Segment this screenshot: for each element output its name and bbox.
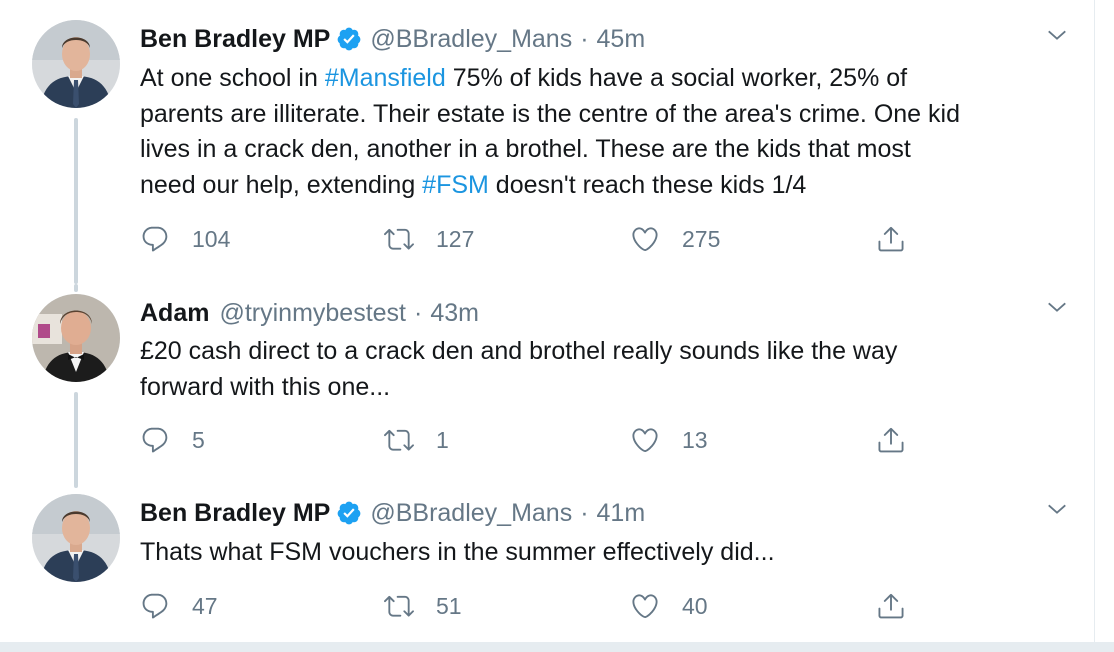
reply-icon [142,226,168,252]
display-name[interactable]: Ben Bradley MP [140,499,330,528]
chevron-down-icon[interactable] [1046,296,1068,318]
text-span: At one school in [140,64,325,92]
verified-badge-icon [337,27,361,51]
retweet-count: 1 [436,426,449,453]
user-handle[interactable]: @BBradley_Mans [370,25,572,54]
thread-connector-line [74,392,78,488]
text-span: lives in a crack den, another in a broth… [140,135,911,163]
reply-icon [142,593,168,619]
hashtag-link[interactable]: #FSM [422,171,489,199]
timeline-divider [0,642,1114,652]
text-span: doesn't reach these kids 1/4 [488,170,807,199]
retweet-button[interactable]: 51 [384,589,462,623]
text-span: parents are illiterate. Their estate is … [140,99,960,128]
retweet-icon [384,228,414,250]
verified-badge-icon [337,501,361,525]
share-icon [878,427,904,453]
text-span: Thats what FSM vouchers in the summer ef… [140,538,775,566]
text-span: forward with this one... [140,372,391,401]
reply-button[interactable]: 104 [140,222,230,256]
separator-dot: · [580,24,589,53]
like-count: 275 [682,225,721,252]
user-handle[interactable]: @tryinmybestest [219,299,406,328]
reply-button[interactable]: 5 [140,423,205,457]
text-span: £20 cash direct to a crack den and broth… [140,337,898,365]
like-button[interactable]: 13 [630,423,708,457]
retweet-count: 51 [436,592,462,619]
share-icon [878,226,904,252]
tweet-text: Thats what FSM vouchers in the summer ef… [140,535,1080,571]
share-icon [878,593,904,619]
heart-icon [632,594,658,619]
tweet-text-line: At one school in #Mansfield 75% of kids … [140,61,1080,97]
thread-connector-line [74,118,78,284]
avatar-image [32,494,120,582]
tweet-timestamp[interactable]: 45m [597,25,646,54]
retweet-icon [384,595,414,617]
tweet[interactable]: Adam @tryinmybestest · 43m £20 cash dire… [0,284,1094,488]
reply-button[interactable]: 47 [140,589,218,623]
retweet-button[interactable]: 1 [384,423,449,457]
tweet-thread: Ben Bradley MP @BBradley_Mans · 45m At o… [0,0,1095,642]
tweet-text: At one school in #Mansfield 75% of kids … [140,61,1080,203]
like-count: 13 [682,426,708,453]
share-button[interactable] [876,589,906,623]
retweet-button[interactable]: 127 [384,222,474,256]
tweet-timestamp[interactable]: 41m [597,499,646,528]
tweet-header: Ben Bradley MP @BBradley_Mans · 41m [140,496,645,530]
tweet-text-line: £20 cash direct to a crack den and broth… [140,334,1080,370]
tweet-text: £20 cash direct to a crack den and broth… [140,334,1080,405]
tweet-actions: 47 51 40 [140,589,940,623]
reply-count: 5 [192,426,205,453]
display-name[interactable]: Ben Bradley MP [140,25,330,54]
text-span: 75% of kids have a social worker, 25% of [445,64,908,92]
chevron-down-icon[interactable] [1046,24,1068,46]
tweet-text-line: parents are illiterate. Their estate is … [140,97,1080,133]
user-handle[interactable]: @BBradley_Mans [370,499,572,528]
tweet-text-line: Thats what FSM vouchers in the summer ef… [140,535,1080,571]
hashtag-link[interactable]: #Mansfield [325,64,446,92]
tweet-text-line: need our help, extending #FSM doesn't re… [140,168,1080,204]
avatar-image [32,20,120,108]
reply-icon [142,427,168,453]
avatar[interactable] [32,494,120,582]
tweet[interactable]: Ben Bradley MP @BBradley_Mans · 41m That… [0,490,1094,642]
heart-icon [632,428,658,453]
heart-icon [632,227,658,252]
separator-dot: · [414,298,423,327]
share-button[interactable] [876,423,906,457]
text-span: need our help, extending [140,170,423,199]
tweet-header: Ben Bradley MP @BBradley_Mans · 45m [140,22,645,56]
avatar[interactable] [32,294,120,382]
reply-count: 47 [192,592,218,619]
avatar-image [32,294,120,382]
retweet-icon [384,429,414,451]
tweet-header: Adam @tryinmybestest · 43m [140,296,479,330]
chevron-down-icon[interactable] [1046,498,1068,520]
like-button[interactable]: 275 [630,222,720,256]
tweet-text-line: lives in a crack den, another in a broth… [140,132,1080,168]
display-name[interactable]: Adam [140,299,209,328]
share-button[interactable] [876,222,906,256]
tweet-text-line: forward with this one... [140,370,1080,406]
tweet[interactable]: Ben Bradley MP @BBradley_Mans · 45m At o… [0,0,1094,290]
thread-connector-line [74,284,78,292]
like-button[interactable]: 40 [630,589,708,623]
tweet-actions: 104 127 275 [140,222,940,256]
reply-count: 104 [192,225,231,252]
separator-dot: · [580,498,589,527]
tweet-actions: 5 1 13 [140,423,940,457]
avatar[interactable] [32,20,120,108]
tweet-timestamp[interactable]: 43m [430,299,479,328]
like-count: 40 [682,592,708,619]
retweet-count: 127 [436,225,475,252]
